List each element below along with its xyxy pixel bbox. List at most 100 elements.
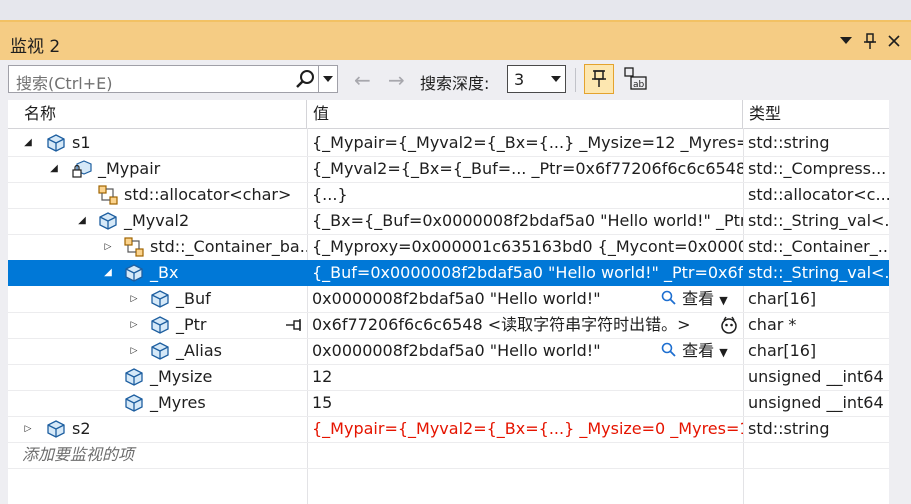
- pin-icon[interactable]: [286, 319, 304, 331]
- name-cell: ▷ _Buf: [8, 286, 307, 312]
- column-header-type[interactable]: 类型: [743, 100, 889, 128]
- search-input[interactable]: 搜索(Ctrl+E): [8, 65, 338, 93]
- value-cell[interactable]: {_Mypair={_Myval2={_Bx={...} _Mysize=12 …: [307, 130, 743, 156]
- name-cell: ▷ _Alias: [8, 338, 307, 364]
- column-header-row: 名称 值 类型: [8, 100, 889, 129]
- viewer-dropdown-icon[interactable]: ▼: [719, 294, 727, 307]
- field-cube-icon: [47, 134, 65, 152]
- watch-row-mypair[interactable]: ◢ _Mypair {_Myval2={_Bx={_Buf=... _Ptr=0…: [8, 156, 889, 182]
- hex-display-button[interactable]: ab: [620, 64, 650, 94]
- search-depth-combo[interactable]: 3: [507, 65, 566, 93]
- search-depth-value: 3: [514, 70, 525, 89]
- name-cell: ◢ _Bx: [8, 260, 307, 286]
- copilot-icon[interactable]: [720, 316, 738, 334]
- viewer-label: 查看: [682, 341, 715, 360]
- name-cell: ▷ s2: [8, 416, 307, 442]
- type-cell: char[16]: [748, 341, 817, 360]
- row-name: _Mypair: [98, 159, 161, 178]
- type-cell: unsigned __int64: [748, 393, 884, 412]
- collapsed-triangle-icon[interactable]: ▷: [128, 286, 140, 312]
- row-name: _Mysize: [150, 367, 213, 386]
- value-cell[interactable]: 15: [307, 390, 743, 416]
- pin-icon[interactable]: [860, 31, 880, 51]
- collapsed-triangle-icon[interactable]: ▷: [102, 234, 114, 260]
- dropdown-arrow-icon[interactable]: [836, 31, 856, 51]
- name-cell: ▷ _Ptr: [8, 312, 307, 338]
- watch-row-s2[interactable]: ▷ s2 {_Mypair={_Myval2={_Bx={...} _Mysiz…: [8, 416, 889, 442]
- toolbar-separator: [575, 68, 576, 92]
- value-cell[interactable]: {...}: [307, 182, 743, 208]
- base-class-icon: [98, 185, 118, 205]
- pin-to-source-button[interactable]: [584, 64, 614, 94]
- watch-row-allocator[interactable]: std::allocator<char> {...} std::allocato…: [8, 182, 889, 208]
- name-cell: _Mysize: [8, 364, 307, 390]
- value-cell[interactable]: {_Bx={_Buf=0x0000008f2bdaf5a0 "Hello wor…: [307, 208, 743, 234]
- base-class-icon: [124, 237, 144, 257]
- watch-row-myres[interactable]: _Myres 15 unsigned __int64: [8, 390, 889, 416]
- watch-row-buf[interactable]: ▷ _Buf 0x0000008f2bdaf5a0 "Hello world!"…: [8, 286, 889, 312]
- watch-row-ptr[interactable]: ▷ _Ptr 0x6f77206f6c6c6548 <读取字符串字符时出错。> …: [8, 312, 889, 338]
- forward-arrow-icon[interactable]: →: [388, 68, 405, 92]
- type-cell: std::string: [748, 419, 830, 438]
- watch-toolbar: 搜索(Ctrl+E) ← → 搜索深度: 3 ab: [0, 60, 911, 100]
- watch-window-titlebar: 监视 2: [0, 20, 911, 60]
- column-header-name[interactable]: 名称: [8, 100, 307, 128]
- svg-text:ab: ab: [633, 80, 645, 90]
- watch-row-container-base[interactable]: ▷ std::_Container_ba... {_Myproxy=0x0000…: [8, 234, 889, 260]
- value-cell[interactable]: {_Myval2={_Bx={_Buf=... _Ptr=0x6f77206f6…: [307, 156, 743, 182]
- viewer-dropdown-icon[interactable]: ▼: [719, 346, 727, 359]
- type-cell: unsigned __int64: [748, 367, 884, 386]
- field-cube-icon: [125, 264, 143, 282]
- value-cell[interactable]: {_Myproxy=0x000001c635163bd0 {_Mycont=0x…: [307, 234, 743, 260]
- expanded-triangle-icon[interactable]: ◢: [76, 208, 88, 234]
- watch-row-mysize[interactable]: _Mysize 12 unsigned __int64: [8, 364, 889, 390]
- text-visualizer-button[interactable]: 查看 ▼: [661, 286, 728, 312]
- field-cube-icon: [125, 394, 143, 412]
- add-watch-row[interactable]: 添加要监视的项: [8, 442, 889, 468]
- back-arrow-icon[interactable]: ←: [354, 68, 371, 92]
- collapsed-triangle-icon[interactable]: ▷: [22, 416, 34, 442]
- private-field-lock-icon: [72, 160, 92, 178]
- value-cell-changed[interactable]: {_Mypair={_Myval2={_Bx={...} _Mysize=0 _…: [307, 416, 743, 442]
- window-title: 监视 2: [10, 37, 61, 57]
- field-cube-icon: [151, 342, 169, 360]
- value-cell[interactable]: {_Buf=0x0000008f2bdaf5a0 "Hello world!" …: [307, 260, 743, 286]
- watch-row-alias[interactable]: ▷ _Alias 0x0000008f2bdaf5a0 "Hello world…: [8, 338, 889, 364]
- name-cell: ▷ std::_Container_ba...: [8, 234, 307, 260]
- row-name: _Ptr: [176, 315, 207, 334]
- collapsed-triangle-icon[interactable]: ▷: [128, 312, 140, 338]
- viewer-label: 查看: [682, 289, 715, 308]
- expanded-triangle-icon[interactable]: ◢: [102, 260, 114, 286]
- search-icon[interactable]: [295, 69, 315, 89]
- row-name: std::_Container_ba...: [150, 237, 307, 256]
- add-watch-placeholder: 添加要监视的项: [22, 445, 135, 464]
- add-watch-input[interactable]: 添加要监视的项: [8, 442, 307, 468]
- expanded-triangle-icon[interactable]: ◢: [22, 130, 34, 156]
- type-cell: std::_String_val<...: [748, 263, 889, 282]
- collapsed-triangle-icon[interactable]: ▷: [128, 338, 140, 364]
- row-name: s1: [72, 133, 91, 152]
- magnifier-icon: [661, 342, 676, 357]
- name-cell: std::allocator<char>: [8, 182, 307, 208]
- row-name: _Bx: [150, 263, 179, 282]
- name-cell: ◢ s1: [8, 130, 307, 156]
- field-cube-icon: [151, 290, 169, 308]
- type-cell: std::_String_val<...: [748, 211, 889, 230]
- watch-row-s1[interactable]: ◢ s1 {_Mypair={_Myval2={_Bx={...} _Mysiz…: [8, 130, 889, 156]
- value-cell[interactable]: 12: [307, 364, 743, 390]
- close-icon[interactable]: [884, 31, 904, 51]
- watch-row-bx-selected[interactable]: ◢ _Bx {_Buf=0x0000008f2bdaf5a0 "Hello wo…: [8, 260, 889, 286]
- watch-grid: 名称 值 类型 ◢ s1 {_Mypair={_Myval2={_Bx={...…: [8, 100, 889, 504]
- search-depth-label: 搜索深度:: [420, 74, 490, 93]
- expanded-triangle-icon[interactable]: ◢: [48, 156, 60, 182]
- type-cell: std::_Container_...: [748, 237, 889, 256]
- magnifier-icon: [661, 290, 676, 305]
- search-history-dropdown[interactable]: [318, 66, 337, 92]
- column-header-value[interactable]: 值: [307, 100, 743, 128]
- field-cube-icon: [99, 212, 117, 230]
- name-cell: ◢ _Myval2: [8, 208, 307, 234]
- value-cell[interactable]: 0x6f77206f6c6c6548 <读取字符串字符时出错。>: [307, 312, 743, 338]
- name-cell: _Myres: [8, 390, 307, 416]
- text-visualizer-button[interactable]: 查看 ▼: [661, 338, 728, 364]
- watch-row-myval2[interactable]: ◢ _Myval2 {_Bx={_Buf=0x0000008f2bdaf5a0 …: [8, 208, 889, 234]
